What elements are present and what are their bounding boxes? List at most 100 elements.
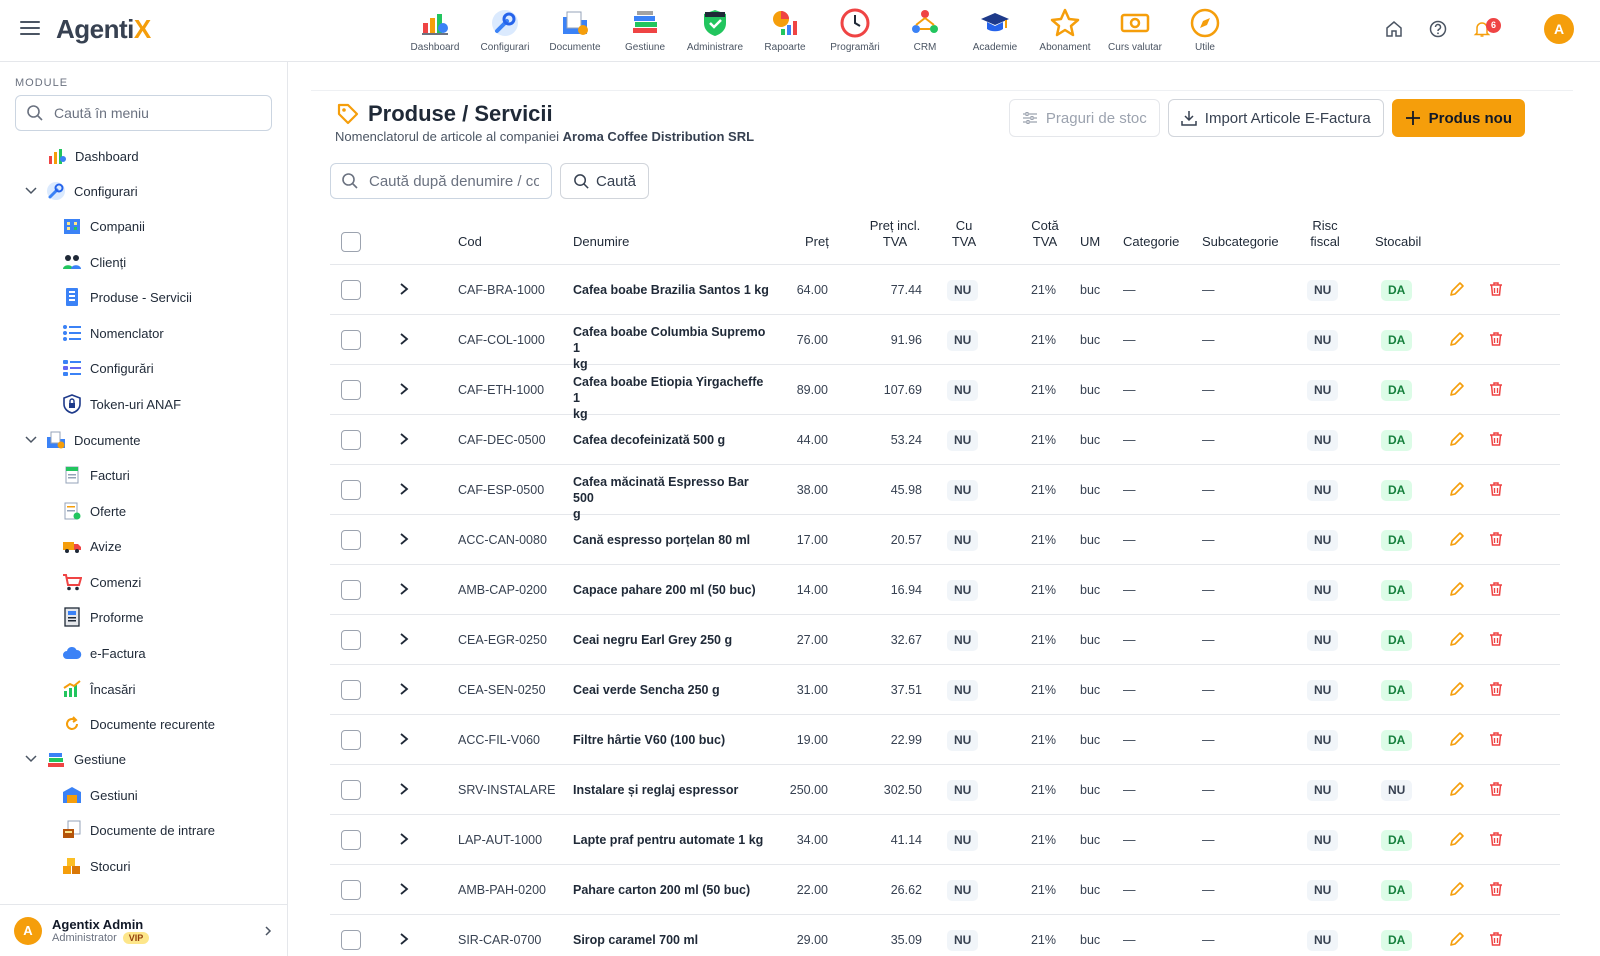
edit-pencil-icon[interactable] (1448, 480, 1466, 498)
sidebar-item-oferte[interactable]: Oferte (62, 499, 126, 523)
module-curs-valutar[interactable]: Curs valutar (1100, 6, 1170, 53)
edit-pencil-icon[interactable] (1448, 530, 1466, 548)
edit-pencil-icon[interactable] (1448, 680, 1466, 698)
module-crm[interactable]: CRM (890, 6, 960, 53)
sidebar-item-clienti[interactable]: Clienți (62, 250, 126, 274)
expand-row-chevron-icon[interactable] (396, 381, 412, 397)
edit-pencil-icon[interactable] (1448, 380, 1466, 398)
table-row[interactable]: SIR-CAR-0700 Sirop caramel 700 ml 29.00 35.… (330, 915, 1560, 956)
sidebar-item-configurari[interactable]: Configurari (24, 179, 138, 203)
expand-row-chevron-icon[interactable] (396, 431, 412, 447)
delete-trash-icon[interactable] (1487, 830, 1505, 848)
row-checkbox[interactable] (341, 680, 361, 700)
sidebar-item-comenzi[interactable]: Comenzi (62, 570, 141, 594)
sidebar-item-documente-de-intrare[interactable]: Documente de intrare (62, 818, 215, 842)
delete-trash-icon[interactable] (1487, 780, 1505, 798)
module-administrare[interactable]: Administrare (680, 6, 750, 53)
new-product-button[interactable]: Produs nou (1391, 99, 1525, 137)
edit-pencil-icon[interactable] (1448, 430, 1466, 448)
edit-pencil-icon[interactable] (1448, 930, 1466, 948)
col-stocabil[interactable]: Stocabil (1375, 234, 1421, 250)
sidebar-item-stocuri[interactable]: Stocuri (62, 854, 130, 878)
module-utile[interactable]: Utile (1170, 6, 1240, 53)
table-row[interactable]: CEA-EGR-0250 Ceai negru Earl Grey 250 g 27… (330, 615, 1560, 665)
expand-row-chevron-icon[interactable] (396, 531, 412, 547)
delete-trash-icon[interactable] (1487, 730, 1505, 748)
row-checkbox[interactable] (341, 380, 361, 400)
sidebar-item-facturi[interactable]: Facturi (62, 463, 130, 487)
row-checkbox[interactable] (341, 530, 361, 550)
sidebar-item-gestiune[interactable]: Gestiune (24, 747, 126, 771)
expand-row-chevron-icon[interactable] (396, 631, 412, 647)
expand-row-chevron-icon[interactable] (396, 481, 412, 497)
col-um[interactable]: UM (1080, 234, 1100, 250)
home-icon[interactable] (1384, 19, 1404, 39)
col-cota-tva[interactable]: Cotă TVA (1023, 218, 1067, 250)
sidebar-item-dashboard[interactable]: Dashboard (47, 144, 139, 168)
edit-pencil-icon[interactable] (1448, 880, 1466, 898)
delete-trash-icon[interactable] (1487, 880, 1505, 898)
sidebar-item-incasari[interactable]: Încasări (62, 677, 136, 701)
col-subcategorie[interactable]: Subcategorie (1202, 234, 1279, 250)
table-row[interactable]: CEA-SEN-0250 Ceai verde Sencha 250 g 31.00… (330, 665, 1560, 715)
product-search-input[interactable] (369, 172, 539, 190)
sidebar-user-card[interactable]: A Agentix Admin Administrator VIP (0, 904, 288, 956)
row-checkbox[interactable] (341, 580, 361, 600)
delete-trash-icon[interactable] (1487, 930, 1505, 948)
sidebar-item-produse-servicii[interactable]: Produse - Servicii (62, 285, 192, 309)
import-efactura-button[interactable]: Import Articole E-Factura (1167, 99, 1384, 137)
sidebar-item-e-factura[interactable]: e-Factura (62, 641, 146, 665)
col-categorie[interactable]: Categorie (1123, 234, 1179, 250)
help-icon[interactable] (1428, 19, 1448, 39)
table-row[interactable]: CAF-DEC-0500 Cafea decofeinizată 500 g 44.… (330, 415, 1560, 465)
expand-row-chevron-icon[interactable] (396, 581, 412, 597)
table-row[interactable]: CAF-BRA-1000 Cafea boabe Brazilia Santos … (330, 265, 1560, 315)
edit-pencil-icon[interactable] (1448, 780, 1466, 798)
row-checkbox[interactable] (341, 630, 361, 650)
sidebar-item-nomenclator[interactable]: Nomenclator (62, 321, 164, 345)
expand-row-chevron-icon[interactable] (396, 281, 412, 297)
module-abonament[interactable]: Abonament (1030, 6, 1100, 53)
edit-pencil-icon[interactable] (1448, 830, 1466, 848)
module-gestiune[interactable]: Gestiune (610, 6, 680, 53)
row-checkbox[interactable] (341, 830, 361, 850)
expand-row-chevron-icon[interactable] (396, 781, 412, 797)
edit-pencil-icon[interactable] (1448, 580, 1466, 598)
module-documente[interactable]: Documente (540, 6, 610, 53)
sidebar-search-input[interactable] (54, 105, 254, 121)
table-row[interactable]: AMB-PAH-0200 Pahare carton 200 ml (50 buc… (330, 865, 1560, 915)
table-row[interactable]: LAP-AUT-1000 Lapte praf pentru automate 1… (330, 815, 1560, 865)
table-row[interactable]: ACC-CAN-0080 Cană espresso porțelan 80 ml… (330, 515, 1560, 565)
search-button[interactable]: Caută (560, 163, 650, 199)
expand-row-chevron-icon[interactable] (396, 681, 412, 697)
expand-row-chevron-icon[interactable] (396, 831, 412, 847)
delete-trash-icon[interactable] (1487, 430, 1505, 448)
delete-trash-icon[interactable] (1487, 480, 1505, 498)
delete-trash-icon[interactable] (1487, 530, 1505, 548)
module-programari[interactable]: Programări (820, 6, 890, 53)
sidebar-item-token-uri-anaf[interactable]: Token-uri ANAF (62, 392, 181, 416)
edit-pencil-icon[interactable] (1448, 280, 1466, 298)
delete-trash-icon[interactable] (1487, 680, 1505, 698)
col-pret[interactable]: Preț (805, 234, 829, 250)
sidebar-item-avize[interactable]: Avize (62, 534, 122, 558)
delete-trash-icon[interactable] (1487, 330, 1505, 348)
module-configurari[interactable]: Configurari (470, 6, 540, 53)
delete-trash-icon[interactable] (1487, 380, 1505, 398)
row-checkbox[interactable] (341, 930, 361, 950)
notifications-bell-icon[interactable]: 6 (1472, 18, 1501, 39)
delete-trash-icon[interactable] (1487, 280, 1505, 298)
row-checkbox[interactable] (341, 330, 361, 350)
row-checkbox[interactable] (341, 730, 361, 750)
hamburger-menu-icon[interactable] (20, 21, 40, 37)
table-row[interactable]: CAF-COL-1000 Cafea boabe Columbia Supremo… (330, 315, 1560, 371)
sidebar-item-configurari-settings[interactable]: Configurări (62, 356, 154, 380)
module-dashboard[interactable]: Dashboard (400, 6, 470, 53)
sidebar-item-proforme[interactable]: Proforme (62, 605, 143, 629)
stock-thresholds-button[interactable]: Praguri de stoc (1008, 99, 1160, 137)
row-checkbox[interactable] (341, 480, 361, 500)
module-rapoarte[interactable]: Rapoarte (750, 6, 820, 53)
table-row[interactable]: CAF-ESP-0500 Cafea măcinată Espresso Bar … (330, 465, 1560, 521)
col-pret-tva[interactable]: Preț incl. TVA (860, 218, 930, 250)
app-logo[interactable]: AgentiX (56, 14, 151, 45)
